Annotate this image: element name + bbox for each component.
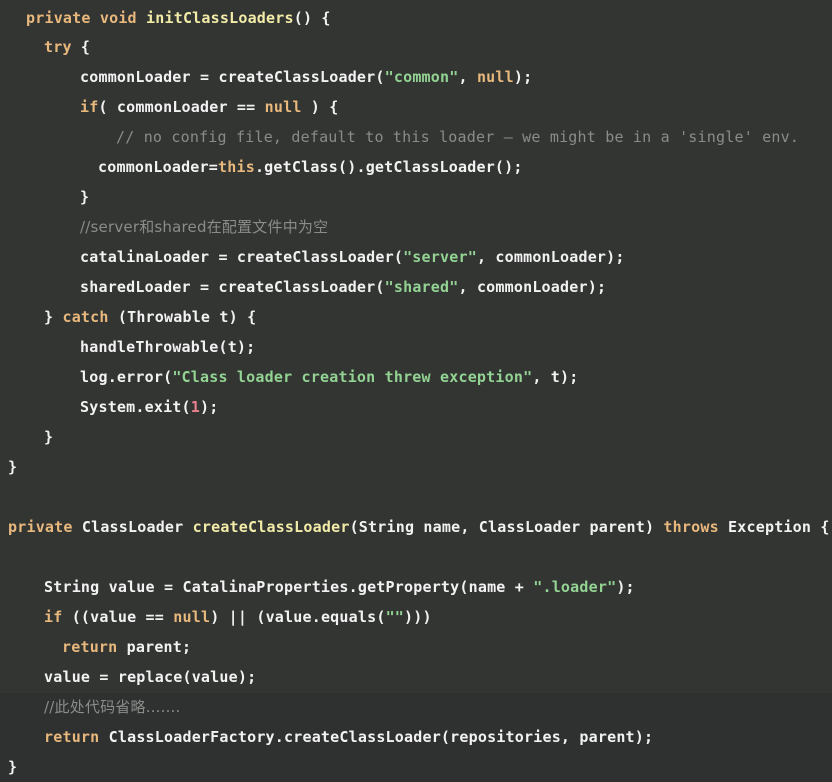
code-token-plain: (String name, ClassLoader parent) xyxy=(349,518,664,536)
code-line: commonLoader = createClassLoader("common… xyxy=(0,62,832,92)
code-token-str: "" xyxy=(385,608,405,626)
code-token-plain: ) { xyxy=(301,98,339,116)
code-token-plain: } xyxy=(44,428,54,446)
code-token-kw: private xyxy=(26,9,91,27)
code-token-plain: ); xyxy=(200,398,219,416)
code-token-plain: ) || (value.equals( xyxy=(210,608,386,626)
code-token-cmt-cjk: //server和shared在配置文件中为空 xyxy=(80,218,329,236)
code-line: } xyxy=(0,752,832,782)
code-line: } xyxy=(0,422,832,452)
code-token-kw: if xyxy=(80,98,99,116)
code-line: } xyxy=(0,182,832,212)
code-token-plain: (Throwable t) { xyxy=(108,308,257,326)
code-line: commonLoader=this.getClass().getClassLoa… xyxy=(0,152,832,182)
code-token-kw: if xyxy=(44,608,63,626)
code-snippet-panel[interactable]: private void initClassLoaders() {try {co… xyxy=(0,0,832,776)
code-line: } xyxy=(0,452,832,482)
code-token-plain: .getClass().getClassLoader(); xyxy=(254,158,523,176)
code-token-plain: commonLoader= xyxy=(98,158,218,176)
code-line: //server和shared在配置文件中为空 xyxy=(0,212,832,242)
code-token-plain: , commonLoader); xyxy=(476,248,625,266)
code-line: return parent; xyxy=(0,632,832,662)
code-token-str: "shared" xyxy=(384,278,459,296)
code-token-kw: private xyxy=(8,518,73,536)
code-token-kw: return xyxy=(62,638,118,656)
code-token-plain: } xyxy=(44,308,63,326)
code-line: String value = CatalinaProperties.getPro… xyxy=(0,572,832,602)
code-line: //此处代码省略....... xyxy=(0,692,832,722)
code-token-kw: null xyxy=(264,98,302,116)
code-token-plain: ); xyxy=(616,578,635,596)
code-token-plain: Exception { xyxy=(718,518,830,536)
code-token-plain: catalinaLoader = createClassLoader( xyxy=(80,248,404,266)
code-token-plain: ( commonLoader == xyxy=(98,98,265,116)
code-token-kw: catch xyxy=(62,308,109,326)
code-token-cmt-cjk: //此处代码省略....... xyxy=(44,698,181,716)
code-token-plain: value = replace(value); xyxy=(44,668,257,686)
code-line: sharedLoader = createClassLoader("shared… xyxy=(0,272,832,302)
code-token-plain: } xyxy=(80,188,90,206)
code-token-kw: null xyxy=(476,68,514,86)
code-line: } catch (Throwable t) { xyxy=(0,302,832,332)
code-token-kw: throws xyxy=(663,518,719,536)
code-token-plain: log.error( xyxy=(80,368,173,386)
code-token-kw: try xyxy=(44,38,72,56)
code-token-plain: , t); xyxy=(532,368,579,386)
code-token-plain: { xyxy=(71,38,91,56)
code-line: catalinaLoader = createClassLoader("serv… xyxy=(0,242,832,272)
code-token-plain: } xyxy=(8,458,18,476)
code-line: value = replace(value); xyxy=(0,662,832,692)
code-token-plain: () { xyxy=(293,9,331,27)
code-line: handleThrowable(t); xyxy=(0,332,832,362)
code-line: private ClassLoader createClassLoader(St… xyxy=(0,512,832,542)
code-token-plain: handleThrowable(t); xyxy=(80,338,256,356)
code-line: return ClassLoaderFactory.createClassLoa… xyxy=(0,722,832,752)
code-token-plain: , xyxy=(458,68,477,86)
code-token-kw: null xyxy=(173,608,211,626)
code-line: System.exit(1); xyxy=(0,392,832,422)
code-token-plain: } xyxy=(8,758,18,776)
code-line: try { xyxy=(0,32,832,62)
code-token-plain: ClassLoader xyxy=(72,518,193,536)
code-token-kw: this xyxy=(218,158,255,176)
code-line: private void initClassLoaders() { xyxy=(0,0,832,32)
code-token-str: "Class loader creation threw exception" xyxy=(172,368,533,386)
code-token-plain: String value = CatalinaProperties.getPro… xyxy=(44,578,534,596)
code-token-plain: parent; xyxy=(117,638,192,656)
code-token-plain: System.exit( xyxy=(80,398,191,416)
code-token-fn: createClassLoader xyxy=(192,518,350,536)
code-token-str: "server" xyxy=(403,248,477,266)
code-token-cmt: // no config file, default to this loade… xyxy=(116,128,800,146)
code-token-num: 1 xyxy=(190,398,201,416)
code-token-plain: ); xyxy=(513,68,533,86)
code-token-plain: ))) xyxy=(404,608,432,626)
code-token-str: "common" xyxy=(384,68,459,86)
code-token-plain: ClassLoaderFactory.createClassLoader(rep… xyxy=(99,728,654,746)
code-token-plain: , commonLoader); xyxy=(458,278,607,296)
code-line: // no config file, default to this loade… xyxy=(0,122,832,152)
code-token-str: ".loader" xyxy=(533,578,617,596)
code-token-kw: return xyxy=(44,728,100,746)
code-line: if( commonLoader == null ) { xyxy=(0,92,832,122)
code-token-kw: void xyxy=(99,9,137,27)
code-line: if ((value == null) || (value.equals("")… xyxy=(0,602,832,632)
code-token-plain: commonLoader = createClassLoader( xyxy=(80,68,385,86)
code-token-plain: ((value == xyxy=(62,608,174,626)
code-token-plain: sharedLoader = createClassLoader( xyxy=(80,278,385,296)
code-token-fn: initClassLoaders xyxy=(146,9,294,27)
code-line: log.error("Class loader creation threw e… xyxy=(0,362,832,392)
